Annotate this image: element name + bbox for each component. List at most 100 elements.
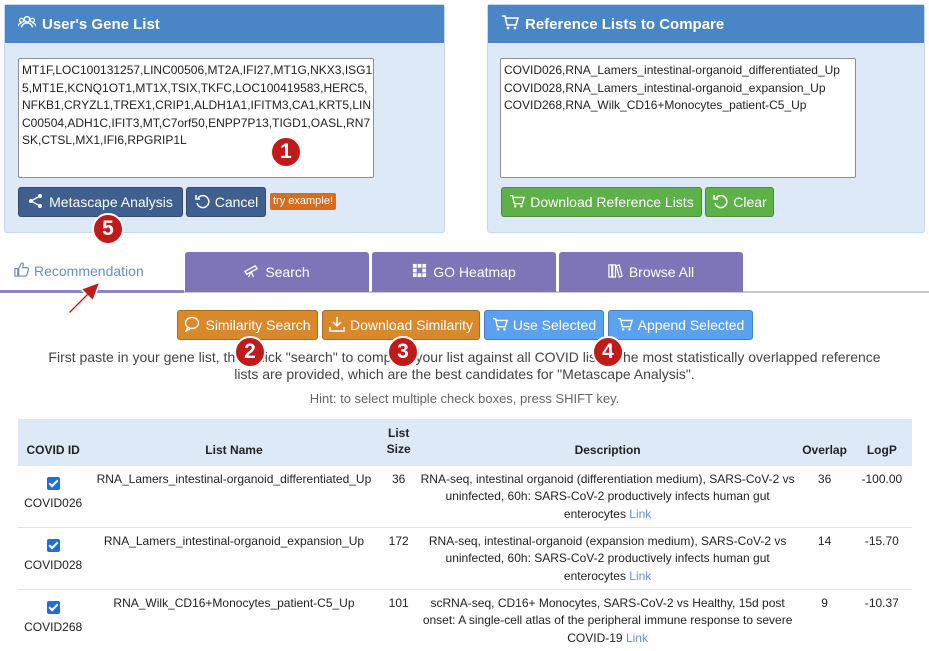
- logp: -10.37: [851, 588, 912, 651]
- reference-line: COVID268,RNA_Wilk_CD16+Monocytes_patient…: [504, 98, 807, 112]
- col-list-size: List Size: [380, 419, 418, 465]
- description-link[interactable]: Link: [629, 569, 651, 583]
- try-example-link[interactable]: try example!: [270, 193, 336, 210]
- gene-line: MT1F,LOC100131257,LINC00506,MT2A,IFI27,M…: [22, 63, 373, 77]
- undo-icon: [194, 193, 210, 212]
- instructions-line-1: First paste in your gene list, then clic…: [48, 349, 881, 365]
- append-selected-button[interactable]: Append Selected: [608, 310, 753, 340]
- append-selected-label: Append Selected: [637, 317, 745, 333]
- logp: -100.00: [851, 464, 912, 527]
- use-selected-label: Use Selected: [512, 317, 597, 333]
- annotation-badge-5: 5: [92, 213, 124, 245]
- covid-id-cell: COVID028: [18, 526, 89, 589]
- gene-line: C00504,ADH1C,IFIT3,MT,C7orf50,ENPP7P13,T…: [22, 115, 371, 130]
- reference-lists-title: Reference Lists to Compare: [525, 15, 725, 33]
- download-icon: [329, 316, 345, 335]
- list-name: RNA_Lamers_intestinal-organoid_expansion…: [88, 526, 380, 589]
- row-checkbox[interactable]: [46, 600, 60, 614]
- users-icon: [17, 14, 37, 34]
- tab-go-heatmap-label: GO Heatmap: [433, 264, 516, 280]
- row-checkbox[interactable]: [46, 538, 60, 552]
- annotation-badge-1: 1: [270, 136, 302, 168]
- list-size: 172: [379, 526, 418, 589]
- gene-line: NFKB1,CRYZL1,TREX1,CRIP1,ALDH1A1,IFITM3,…: [22, 98, 372, 112]
- description-line: COVID-19: [567, 630, 623, 645]
- covid-id: COVID268: [24, 620, 83, 634]
- reference-line: COVID028,RNA_Lamers_intestinal-organoid_…: [504, 80, 826, 95]
- overlap: 9: [797, 588, 852, 651]
- tab-search[interactable]: Search: [185, 252, 369, 292]
- col-overlap: Overlap: [802, 442, 847, 457]
- clear-button[interactable]: Clear: [705, 187, 774, 217]
- gene-line: SK,CTSL,MX1,IFI6,RPGRIP1L: [22, 133, 187, 147]
- share-nodes-icon: [28, 193, 44, 212]
- description-line: RNA-seq, intestinal-organoid (expansion …: [428, 533, 787, 548]
- clear-label: Clear: [733, 194, 767, 210]
- col-description: Description: [574, 442, 641, 457]
- books-icon: [608, 263, 623, 281]
- overlap: 36: [797, 464, 852, 527]
- row-checkbox[interactable]: [46, 476, 60, 490]
- cancel-button[interactable]: Cancel: [186, 187, 266, 217]
- description: scRNA-seq, CD16+ Monocytes, SARS-CoV-2 v…: [417, 588, 798, 651]
- description-line: onset: A single-cell atlas of the periph…: [422, 613, 793, 627]
- metascape-analysis-button[interactable]: Metascape Analysis: [18, 187, 183, 217]
- table-row: COVID268 RNA_Wilk_CD16+Monocytes_patient…: [18, 588, 912, 651]
- reference-line: COVID026,RNA_Lamers_intestinal-organoid_…: [504, 63, 840, 77]
- use-selected-button[interactable]: Use Selected: [484, 310, 604, 340]
- similarity-search-label: Similarity Search: [205, 317, 311, 333]
- col-covid-id: COVID ID: [26, 442, 80, 457]
- annotation-badge-4: 4: [592, 336, 624, 368]
- cart-download-icon: [509, 193, 526, 212]
- metascape-analysis-label: Metascape Analysis: [49, 194, 173, 210]
- undo-icon: [712, 193, 728, 212]
- download-reference-lists-button[interactable]: Download Reference Lists: [501, 187, 702, 217]
- cart-icon: [501, 14, 520, 34]
- list-name: RNA_Lamers_intestinal-organoid_different…: [88, 464, 380, 527]
- table-row: COVID026 RNA_Lamers_intestinal-organoid_…: [18, 464, 912, 527]
- hint-text: Hint: to select multiple check boxes, pr…: [309, 391, 620, 406]
- gene-list-textarea[interactable]: MT1F,LOC100131257,LINC00506,MT2A,IFI27,M…: [18, 58, 374, 178]
- description-link[interactable]: Link: [626, 631, 648, 645]
- thumbs-up-icon: [14, 262, 29, 280]
- tab-go-heatmap[interactable]: GO Heatmap: [372, 252, 556, 292]
- description-line: enterocytes: [563, 506, 626, 521]
- logp: -15.70: [851, 526, 912, 589]
- download-reference-lists-label: Download Reference Lists: [530, 194, 694, 210]
- list-size: 36: [379, 464, 418, 527]
- user-gene-list-title: User's Gene List: [42, 15, 160, 33]
- description-line: uninfected, 60h: SARS-CoV-2 productively…: [445, 551, 770, 565]
- description-link[interactable]: Link: [629, 507, 651, 521]
- overlap: 14: [797, 526, 852, 589]
- description-line: uninfected, 60h: SARS-CoV-2 productively…: [445, 489, 770, 503]
- description-line: scRNA-seq, CD16+ Monocytes, SARS-CoV-2 v…: [430, 595, 785, 610]
- download-similarity-label: Download Similarity: [350, 317, 473, 333]
- col-list-size-line: List: [388, 425, 410, 440]
- list-size: 101: [379, 588, 418, 651]
- results-table: COVID ID List Name List Size Description …: [18, 419, 912, 651]
- reference-lists-textarea[interactable]: COVID026,RNA_Lamers_intestinal-organoid_…: [500, 58, 856, 178]
- description-line: enterocytes: [563, 568, 626, 583]
- tab-browse-all-label: Browse All: [628, 264, 695, 280]
- user-gene-list-header: User's Gene List: [5, 5, 444, 43]
- col-list-name: List Name: [205, 442, 263, 457]
- covid-id: COVID026: [24, 496, 83, 510]
- grid-icon: [412, 263, 427, 281]
- annotation-badge-2: 2: [234, 336, 266, 368]
- covid-id-cell: COVID268: [18, 588, 89, 651]
- list-name: RNA_Wilk_CD16+Monocytes_patient-C5_Up: [88, 588, 380, 651]
- description: RNA-seq, intestinal organoid (differenti…: [417, 464, 798, 527]
- tab-browse-all[interactable]: Browse All: [559, 252, 743, 292]
- comment-icon: [184, 316, 200, 335]
- col-list-size-line: Size: [386, 441, 411, 456]
- covid-id-cell: COVID026: [18, 464, 89, 527]
- annotation-badge-3: 3: [387, 336, 419, 368]
- instructions-line-2: lists are provided, which are the best c…: [234, 366, 695, 382]
- annotation-arrow-icon: [66, 280, 102, 316]
- covid-id: COVID028: [24, 558, 83, 572]
- cart-plus-icon: [617, 316, 633, 335]
- gene-line: 5,MT1E,KCNQ1OT1,MT1X,TSIX,TKFC,LOC100419…: [22, 80, 368, 95]
- cancel-label: Cancel: [214, 194, 259, 210]
- col-logp: LogP: [866, 442, 897, 457]
- table-header-row: COVID ID List Name List Size Description …: [18, 419, 912, 465]
